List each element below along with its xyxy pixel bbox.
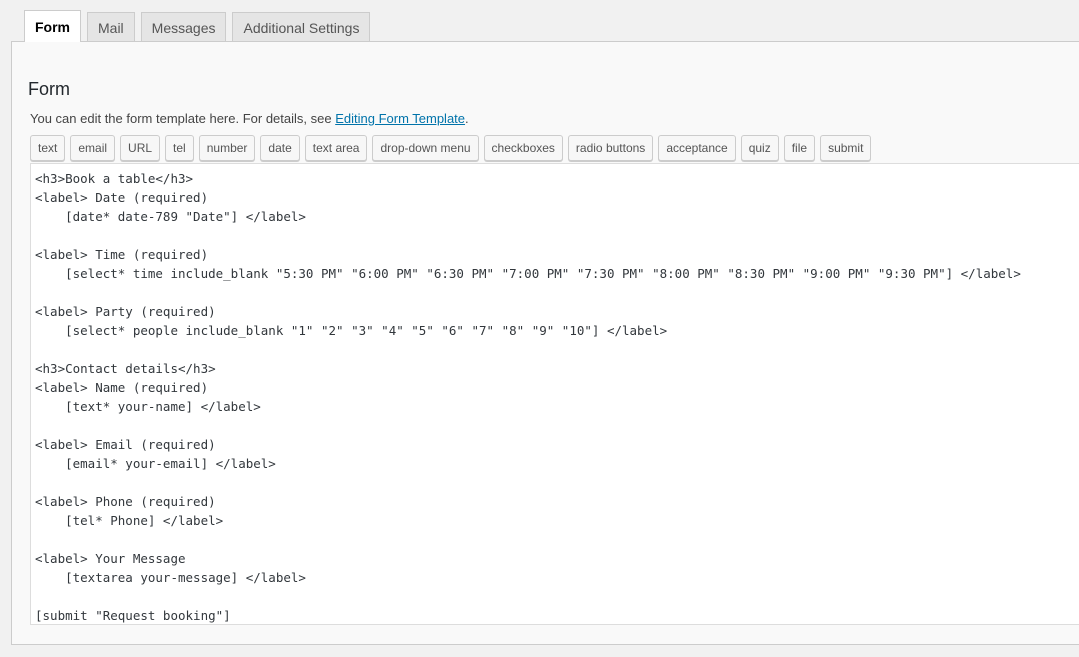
editor-tabs: Form Mail Messages Additional Settings — [24, 10, 371, 42]
tag-quiz-button[interactable]: quiz — [740, 135, 779, 161]
tag-email-button[interactable]: email — [70, 135, 116, 161]
tab-form[interactable]: Form — [24, 10, 81, 42]
tag-acceptance-button[interactable]: acceptance — [658, 135, 736, 161]
form-panel: Form You can edit the form template here… — [11, 41, 1079, 645]
tab-messages[interactable]: Messages — [140, 12, 227, 42]
panel-title: Form — [28, 79, 70, 99]
tag-url-button[interactable]: URL — [120, 135, 161, 161]
tag-generator-buttons: text email URL tel number date text area… — [30, 135, 872, 161]
tag-checkboxes-button[interactable]: checkboxes — [483, 135, 563, 161]
panel-description: You can edit the form template here. For… — [30, 111, 469, 126]
tag-date-button[interactable]: date — [260, 135, 300, 161]
tag-text-button[interactable]: text — [30, 135, 66, 161]
tag-dropdown-button[interactable]: drop-down menu — [372, 135, 479, 161]
tab-additional-settings[interactable]: Additional Settings — [232, 12, 371, 42]
tab-mail[interactable]: Mail — [87, 12, 135, 42]
description-suffix: . — [465, 111, 469, 126]
tag-number-button[interactable]: number — [198, 135, 256, 161]
tag-submit-button[interactable]: submit — [820, 135, 872, 161]
tag-textarea-button[interactable]: text area — [304, 135, 368, 161]
form-template-editor[interactable]: <h3>Book a table</h3> <label> Date (requ… — [30, 163, 1079, 625]
tag-tel-button[interactable]: tel — [165, 135, 194, 161]
tag-radio-button[interactable]: radio buttons — [567, 135, 654, 161]
tag-file-button[interactable]: file — [783, 135, 816, 161]
description-text: You can edit the form template here. For… — [30, 111, 336, 126]
editing-form-template-link[interactable]: Editing Form Template — [335, 111, 465, 126]
